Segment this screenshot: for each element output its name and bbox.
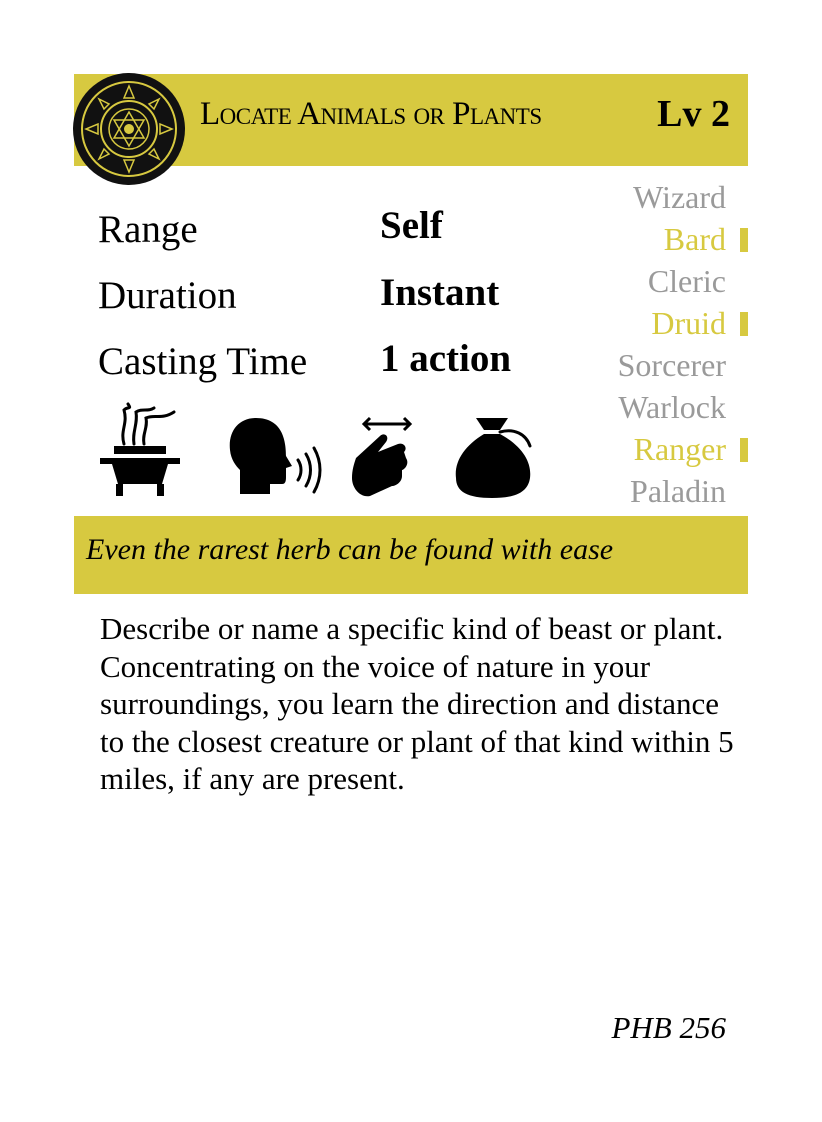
ritual-brazier-icon: [100, 402, 180, 496]
class-list: Wizard Bard Cleric Druid Sorcerer Warloc…: [568, 176, 748, 512]
class-item-druid: Druid: [568, 302, 748, 344]
class-item-warlock: Warlock: [618, 389, 726, 425]
casting-time-label: Casting Time: [98, 340, 308, 383]
casting-time-value: 1 action: [380, 337, 512, 380]
class-item-cleric: Cleric: [647, 263, 726, 299]
class-active-marker: [740, 312, 748, 336]
class-item-sorcerer: Sorcerer: [617, 347, 726, 383]
class-item-bard: Bard: [568, 218, 748, 260]
spell-level: Lv 2: [657, 93, 730, 135]
school-emblem-icon: [73, 73, 185, 185]
material-pouch-icon: [455, 418, 532, 498]
class-item-paladin: Paladin: [630, 473, 726, 509]
class-item-wizard: Wizard: [633, 179, 726, 215]
class-active-marker: [740, 438, 748, 462]
spell-title: Locate Animals or Plants: [200, 96, 542, 132]
source-reference: PHB 256: [611, 1010, 726, 1045]
range-label: Range: [98, 208, 198, 251]
duration-label: Duration: [98, 274, 237, 317]
duration-value: Instant: [380, 271, 500, 314]
range-value: Self: [380, 204, 443, 247]
spell-description: Describe or name a specific kind of beas…: [100, 611, 734, 796]
class-item-ranger: Ranger: [568, 428, 748, 470]
verbal-speaking-head-icon: [229, 418, 322, 494]
flavor-text: Even the rarest herb can be found with e…: [86, 533, 614, 566]
class-active-marker: [740, 228, 748, 252]
somatic-hand-gesture-icon: [352, 416, 413, 497]
